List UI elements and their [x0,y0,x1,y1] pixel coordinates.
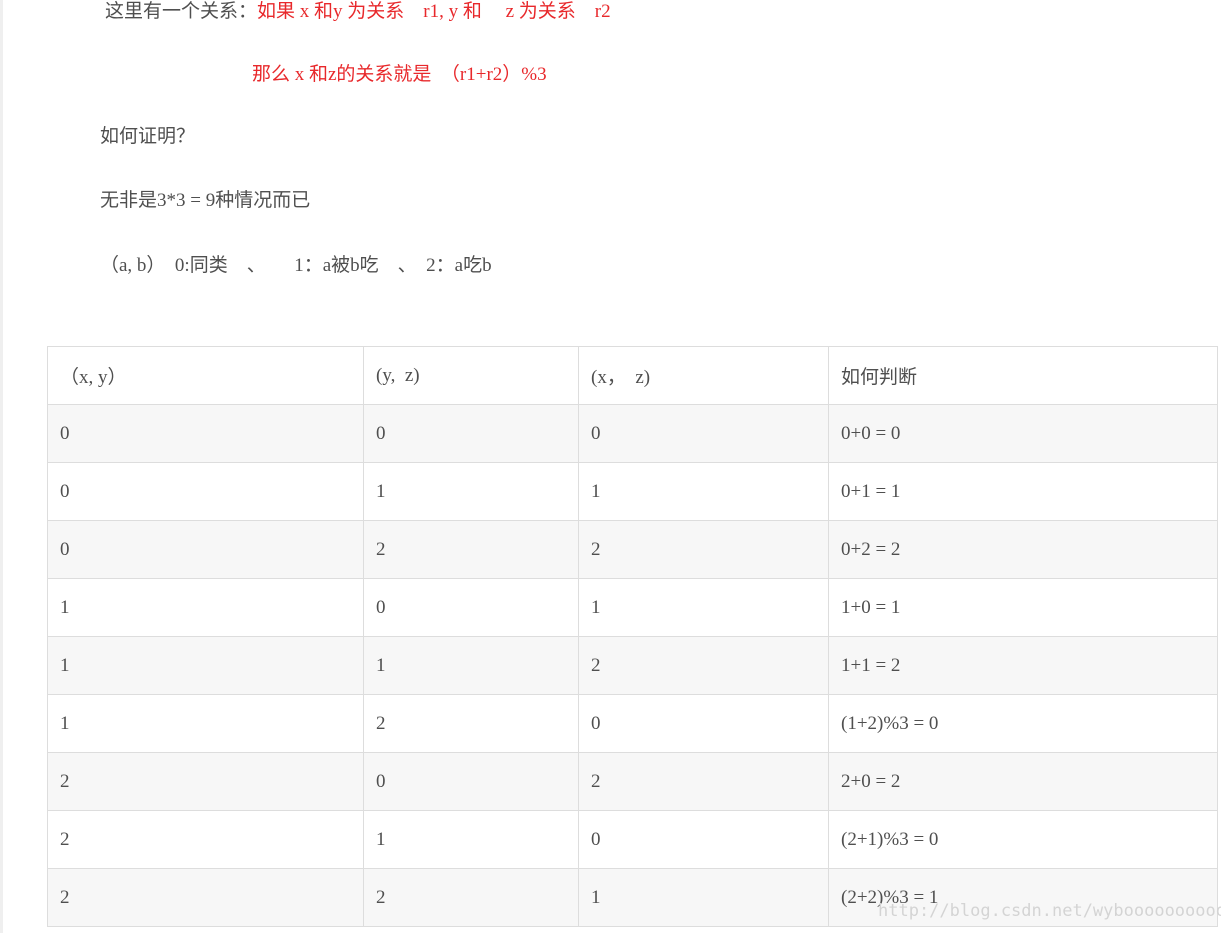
table-row: 1 2 0 (1+2)%3 = 0 [47,694,1218,753]
table-cell: (1+2)%3 = 0 [828,694,1218,753]
table-cell: 0+0 = 0 [828,404,1218,463]
table-cell: 0+2 = 2 [828,520,1218,579]
table-row: 0 0 0 0+0 = 0 [47,404,1218,463]
relation-legend-line: （a, b） 0:同类 、 1：a被b吃 、 2：a吃b [100,255,492,276]
table-cell: 0 [363,404,579,463]
table-row: 2 1 0 (2+1)%3 = 0 [47,810,1218,869]
table-cell: 0 [363,752,579,811]
table-cell: 0 [578,694,829,753]
table-cell: 1 [47,694,364,753]
table-cell: 2 [47,868,364,927]
table-cell: (2+1)%3 = 0 [828,810,1218,869]
table-cell: 2 [578,520,829,579]
table-row: 0 2 2 0+2 = 2 [47,520,1218,579]
table-row: 0 1 1 0+1 = 1 [47,462,1218,521]
table-cell: 0 [47,462,364,521]
table-cell: 2 [363,520,579,579]
table-cell: 2 [47,810,364,869]
table-cell: 1 [363,810,579,869]
watermark: http://blog.csdn.net/wyboooooooooo [878,901,1221,921]
proof-question-line: 如何证明？ [100,126,196,147]
table-cell: 2 [47,752,364,811]
table-cell: 1 [47,578,364,637]
table-cell: 1 [47,636,364,695]
table-cell: 1+0 = 1 [828,578,1218,637]
left-border [0,0,3,933]
relation-statement: 如果 x 和y 为关系 r1, y 和 z 为关系 r2 [257,1,611,22]
table-row: 2 0 2 2+0 = 2 [47,752,1218,811]
table-cell: 2 [363,694,579,753]
table-row: 1 1 2 1+1 = 2 [47,636,1218,695]
table-cell: 1 [578,462,829,521]
table-cell: 0 [363,578,579,637]
table-cell: 1+1 = 2 [828,636,1218,695]
header-xy: （x, y） [47,346,364,405]
table-cell: 1 [578,868,829,927]
table-cell: 1 [363,462,579,521]
header-yz: (y, z) [363,346,579,405]
table-cell: 0 [578,404,829,463]
table-cell: 2 [363,868,579,927]
table-cell: 0 [47,520,364,579]
table-cell: 0 [47,404,364,463]
relation-prefix: 这里有一个关系： [105,1,258,22]
cases-table: （x, y） (y, z) (x， z) 如何判断 0 0 0 0+0 = 00110… [47,346,1218,927]
cases-count-line: 无非是3*3 = 9种情况而已 [100,190,311,211]
table-header-row: （x, y） (y, z) (x， z) 如何判断 [47,346,1218,405]
header-how: 如何判断 [828,346,1218,405]
relation-definition-line: 这里有一个关系：如果 x 和y 为关系 r1, y 和 z 为关系 r2 [105,0,611,24]
table-cell: 0+1 = 1 [828,462,1218,521]
table-cell: 1 [363,636,579,695]
relation-conclusion-line: 那么 x 和z的关系就是 （r1+r2）%3 [252,64,547,85]
table-cell: 2 [578,636,829,695]
table-row: 1 0 1 1+0 = 1 [47,578,1218,637]
table-cell: 2 [578,752,829,811]
table-cell: 0 [578,810,829,869]
table-body: 0 0 0 0+0 = 0 0 1 1 0+1 = 1 0 2 2 0+2 = 2 1 0 1 1+0 = 1… [47,404,1218,927]
header-xz: (x， z) [578,346,829,405]
table-cell: 2+0 = 2 [828,752,1218,811]
table-cell: 1 [578,578,829,637]
